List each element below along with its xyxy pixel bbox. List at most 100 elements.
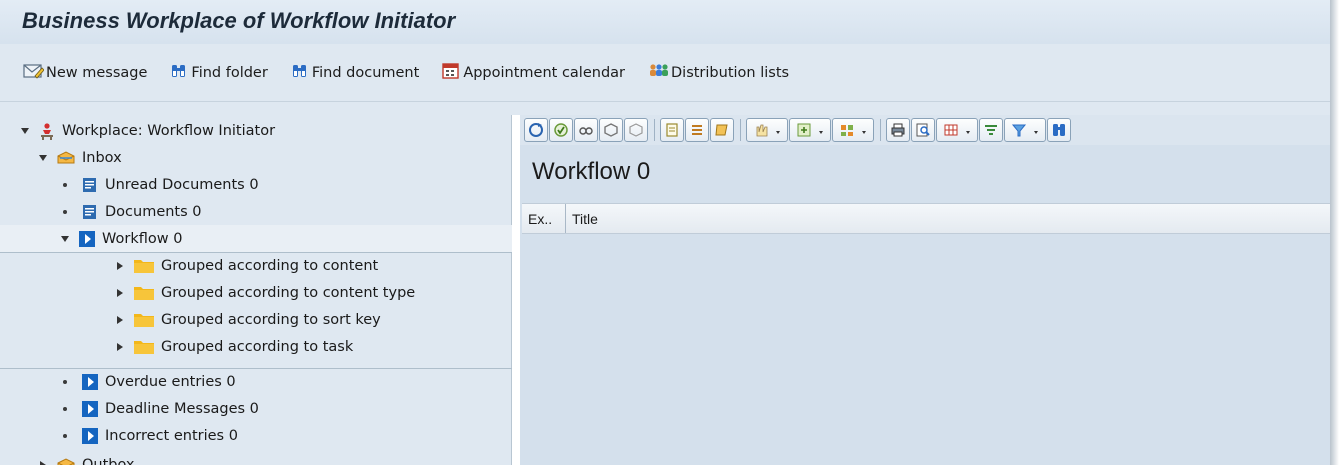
distribution-list-icon [647, 62, 671, 84]
tree-label: Grouped according to task [161, 338, 354, 355]
tree-label: Documents 0 [105, 203, 202, 220]
tree-label: Grouped according to content type [161, 284, 416, 301]
folder-icon [133, 338, 155, 356]
splitter[interactable] [512, 115, 520, 465]
attachment-add-icon[interactable] [789, 118, 831, 142]
expand-down-icon[interactable] [38, 153, 48, 163]
columns-icon[interactable] [936, 118, 978, 142]
folder-icon [133, 311, 155, 329]
tree-node-overdue[interactable]: Overdue entries 0 [0, 368, 512, 395]
refresh-icon[interactable] [524, 118, 548, 142]
tree-node-workflow[interactable]: Workflow 0 [0, 225, 512, 252]
grid-header: Ex.. Title [522, 203, 1330, 234]
leaf-bullet-icon [63, 182, 67, 187]
leaf-bullet-icon [63, 209, 67, 214]
tree-node-grouped-task[interactable]: Grouped according to task [0, 333, 512, 360]
workflow-icon [81, 427, 99, 445]
tree-label: Grouped according to content [161, 258, 379, 274]
window-title: Business Workplace of Workflow Initiator [22, 8, 456, 33]
workflow-icon [81, 400, 99, 418]
outbox-icon [56, 456, 76, 465]
object-icon[interactable] [599, 118, 623, 142]
toolbar-separator [880, 119, 881, 141]
tree-node-unread-documents[interactable]: Unread Documents 0 [0, 171, 512, 198]
find-folder-label: Find folder [191, 64, 268, 81]
expand-right-icon[interactable] [115, 288, 125, 298]
tree-label: Workflow 0 [102, 230, 183, 247]
tree-node-grouped-content[interactable]: Grouped according to content [0, 252, 512, 279]
find-document-label: Find document [311, 64, 420, 81]
calendar-icon [441, 62, 463, 84]
note-icon[interactable] [710, 118, 734, 142]
filter-icon[interactable] [1004, 118, 1046, 142]
tree-label: Deadline Messages 0 [105, 400, 259, 417]
sort-icon[interactable] [979, 118, 1003, 142]
expand-right-icon[interactable] [115, 315, 125, 325]
tree-node-deadline[interactable]: Deadline Messages 0 [0, 395, 512, 422]
list-icon[interactable] [685, 118, 709, 142]
title-bar: Business Workplace of Workflow Initiator [0, 0, 1330, 44]
expand-down-icon[interactable] [20, 126, 30, 136]
expand-right-icon[interactable] [115, 261, 125, 271]
leaf-bullet-icon [63, 433, 67, 438]
tree-node-grouped-content-type[interactable]: Grouped according to content type [0, 279, 512, 306]
tree-node-outbox[interactable]: Outbox [0, 451, 512, 465]
sap-window: Business Workplace of Workflow Initiator… [0, 0, 1330, 465]
tree-label: Grouped according to sort key [161, 311, 381, 328]
expand-down-icon[interactable] [60, 234, 70, 244]
print-icon[interactable] [886, 118, 910, 142]
object-detail-icon[interactable] [624, 118, 648, 142]
workflow-icon [78, 230, 96, 248]
tree-label: Workplace: Workflow Initiator [62, 122, 276, 139]
document-tray-icon [81, 176, 99, 194]
tree-label: Unread Documents 0 [105, 176, 259, 193]
leaf-bullet-icon [63, 406, 67, 411]
forward-icon[interactable] [660, 118, 684, 142]
workplace-icon [38, 122, 56, 140]
print-preview-icon[interactable] [911, 118, 935, 142]
appointment-calendar-button[interactable]: Appointment calendar [441, 62, 625, 84]
expand-right-icon[interactable] [38, 460, 48, 465]
appointment-calendar-label: Appointment calendar [463, 64, 625, 81]
window-shadow [1330, 0, 1339, 465]
tree-node-incorrect[interactable]: Incorrect entries 0 [0, 422, 512, 449]
tree-label: Incorrect entries 0 [105, 427, 238, 444]
leaf-bullet-icon [63, 380, 67, 384]
tree-label: Overdue entries 0 [105, 374, 236, 390]
toolbar-separator [654, 119, 655, 141]
distribution-lists-label: Distribution lists [671, 64, 790, 81]
binoculars-icon [169, 62, 191, 84]
tree-node-grouped-sort-key[interactable]: Grouped according to sort key [0, 306, 512, 333]
new-message-label: New message [46, 64, 148, 81]
alv-toolbar [520, 115, 1330, 145]
pane-title: Workflow 0 [532, 158, 651, 185]
workflow-pane: Workflow 0 Ex.. Title [520, 115, 1330, 465]
toolbar-separator [740, 119, 741, 141]
folder-icon [133, 257, 155, 275]
hand-icon[interactable] [746, 118, 788, 142]
column-header-title[interactable]: Title [566, 204, 598, 233]
tree-label: Outbox [82, 456, 135, 465]
execute-icon[interactable] [549, 118, 573, 142]
new-message-button[interactable]: New message [22, 62, 147, 84]
binoculars-icon [290, 62, 312, 84]
main-content: Workplace: Workflow Initiator Inbox Unre… [0, 115, 1330, 465]
workflow-icon [81, 373, 99, 391]
column-header-ex[interactable]: Ex.. [522, 204, 566, 233]
folder-tree: Workplace: Workflow Initiator Inbox Unre… [0, 115, 512, 465]
tree-node-documents[interactable]: Documents 0 [0, 198, 512, 225]
find-icon[interactable] [1047, 118, 1071, 142]
document-tray-icon [81, 203, 99, 221]
find-document-button[interactable]: Find document [290, 62, 419, 84]
layout-icon[interactable] [832, 118, 874, 142]
distribution-lists-button[interactable]: Distribution lists [647, 62, 789, 84]
inbox-icon [56, 149, 76, 167]
new-message-icon [22, 62, 46, 84]
tree-node-workplace[interactable]: Workplace: Workflow Initiator [0, 117, 512, 144]
application-toolbar: New message Find folder Find document Ap… [0, 44, 1330, 102]
folder-icon [133, 284, 155, 302]
tree-node-inbox[interactable]: Inbox [0, 144, 512, 171]
display-icon[interactable] [574, 118, 598, 142]
expand-right-icon[interactable] [115, 342, 125, 352]
find-folder-button[interactable]: Find folder [169, 62, 268, 84]
